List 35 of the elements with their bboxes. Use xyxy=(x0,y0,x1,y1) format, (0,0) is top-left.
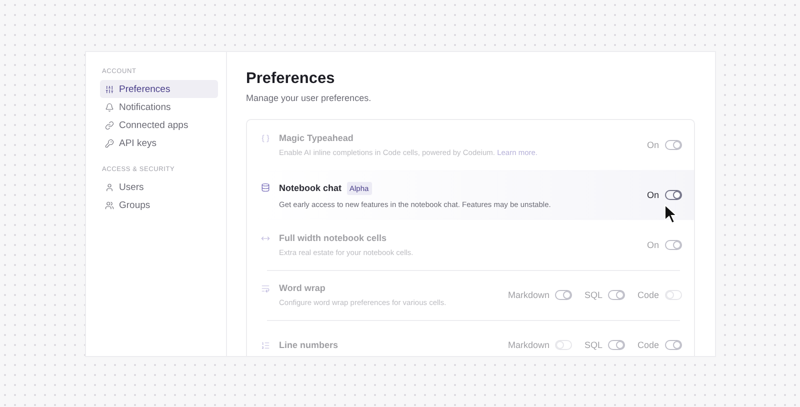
toggle-label: SQL xyxy=(584,340,602,350)
horizontal-arrows-icon xyxy=(261,234,270,243)
sidebar-item[interactable]: Notifications xyxy=(100,98,218,116)
bell-icon xyxy=(105,102,114,112)
toggle-label: SQL xyxy=(584,290,602,300)
key-icon xyxy=(105,138,114,148)
page-subtitle: Manage your user preferences. xyxy=(246,93,372,103)
sidebar-item[interactable]: Users xyxy=(100,178,218,196)
toggle-label: Markdown xyxy=(508,340,550,350)
braces-icon xyxy=(261,134,270,143)
user-icon xyxy=(105,182,114,192)
setting-title: Line numbers xyxy=(279,340,338,350)
sidebar-item[interactable]: Groups xyxy=(100,196,218,214)
setting-title: Notebook chat xyxy=(279,183,342,193)
toggle-switch[interactable] xyxy=(665,190,682,200)
toggle-label: Code xyxy=(637,340,659,350)
link-icon xyxy=(105,120,114,130)
setting-title: Word wrap xyxy=(279,283,326,293)
cursor-icon xyxy=(664,204,678,224)
sidebar-item[interactable]: Connected apps xyxy=(100,116,218,134)
users-icon xyxy=(105,200,114,210)
wrap-text-icon xyxy=(261,284,270,293)
database-icon xyxy=(261,182,270,192)
toggle-label: On xyxy=(646,140,659,150)
toggle-label: On xyxy=(646,190,659,200)
sidebar-item[interactable]: Preferences xyxy=(100,80,218,98)
toggle-label: Markdown xyxy=(508,290,550,300)
toggle-label: Code xyxy=(637,290,659,300)
sliders-icon xyxy=(105,84,114,94)
page-title: Preferences xyxy=(246,70,336,88)
toggle-label: On xyxy=(646,240,659,250)
list-icon xyxy=(261,341,270,350)
sidebar-item[interactable]: API keys xyxy=(100,134,218,152)
setting-title: Magic Typeahead xyxy=(279,133,354,143)
setting-title: Full width notebook cells xyxy=(279,233,387,243)
